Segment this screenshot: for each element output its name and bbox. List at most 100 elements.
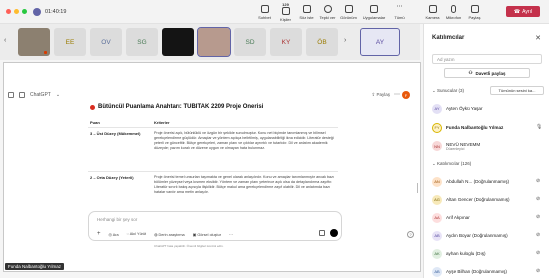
composer-input[interactable]: Herhangi bir şey sor [97, 217, 137, 222]
mic-off-icon: ⊘ [536, 268, 541, 274]
view-label: Görünüm [340, 15, 357, 20]
reason-tool-button[interactable]: ◌ Akıl Yürüt [127, 232, 147, 236]
search-tool-button[interactable]: ◎ Ara [109, 232, 119, 237]
tile-initials: KY [281, 38, 291, 46]
chevron-right-icon[interactable]: › [344, 37, 346, 44]
deep-research-button[interactable]: ◍ Derin araştırma [154, 232, 185, 237]
participant-row[interactable]: AA Arif Akpınar ⊘ [432, 211, 548, 224]
tile-initials: AY [375, 38, 385, 46]
chat-button[interactable]: Sohbet [254, 2, 275, 22]
camera-icon [428, 5, 437, 13]
participant-tile-pinned[interactable]: AY [360, 28, 400, 56]
apps-button[interactable]: Uygulamalar [359, 2, 389, 22]
camera-button[interactable]: Kamera [422, 2, 443, 20]
participant-row[interactable]: NN NEVÜ NEVEMM Düzenleyici [432, 138, 548, 154]
meeting-timer: 01:40:19 [45, 8, 67, 15]
tile-initials: EE [65, 38, 75, 46]
close-icon[interactable]: ✕ [535, 34, 541, 42]
microphone-button[interactable]: Mikrofon [443, 2, 464, 20]
presenters-section-header[interactable]: ⌄ Sunucular (3) [432, 88, 464, 94]
minimize-window-button[interactable] [14, 9, 19, 14]
mic-off-icon: ⊘ [536, 178, 541, 184]
participant-row[interactable]: AB Ayşe Bilhan (Doğrulanmamış) ⊘ [432, 265, 548, 278]
deep-research-label: Derin araştırma [158, 232, 185, 237]
tile-initials: OV [101, 38, 111, 46]
composer-tools: + ◎ Ara ◌ Akıl Yürüt ◍ Derin araştırma ▣… [97, 231, 233, 237]
participant-name: Arif Akpınar [446, 215, 470, 220]
view-button[interactable]: Görünüm [338, 2, 359, 22]
reason-tool-label: Akıl Yürüt [129, 232, 147, 236]
participant-row[interactable]: AB Aydın Boyar (Doğrulanmamış) ⊘ [432, 229, 548, 242]
more-button[interactable]: ⋯ Tümü [389, 2, 410, 22]
share-invite-button[interactable]: ⚇ Davetli paylaş [444, 68, 530, 78]
tile-initials: SG [137, 38, 147, 46]
chatgpt-share-label: Paylaş [376, 92, 390, 97]
participant-row[interactable]: AY Ayten Öykü Yaşar [432, 102, 548, 115]
share-screen-label: Paylaş [468, 15, 481, 20]
avatar: AB [432, 266, 442, 277]
apps-icon [370, 5, 378, 13]
row-criteria-text: Proje önerisi açık, bütünlüklü ve özgün … [154, 131, 334, 150]
participant-tile[interactable]: SD [234, 28, 266, 56]
participant-info: NEVÜ NEVEMM Düzenleyici [446, 142, 480, 151]
chat-composer[interactable]: Herhangi bir şey sor + ◎ Ara ◌ Akıl Yürü… [88, 211, 342, 241]
participant-row[interactable]: AG Altan Gencer (Doğrulanmamış) ⊘ [432, 193, 548, 206]
chevron-left-icon[interactable]: ‹ [4, 37, 6, 44]
participant-tile[interactable] [162, 28, 194, 56]
scrollbar[interactable] [416, 183, 418, 193]
sidebar-toggle-icon[interactable] [8, 92, 14, 98]
row-criteria-text: Proje önerisi temel unsurları taşımakta … [154, 175, 334, 194]
participant-name: ayhan kuloglu (Dış) [446, 251, 486, 256]
participant-row[interactable]: AN Abdullah N... (Doğrulanmamış) ⊘ [432, 175, 548, 188]
hand-icon [302, 5, 311, 13]
close-window-button[interactable] [6, 9, 11, 14]
participant-row[interactable]: AK ayhan kuloglu (Dış) ⊘ [432, 247, 548, 260]
raise-hand-button[interactable]: Söz iste [296, 2, 317, 22]
image-tool-label: Görsel oluştur [197, 232, 221, 237]
row-score-label: 3 – Üst Düzey (Mükemmel) [90, 131, 141, 136]
participant-tile[interactable]: KY [270, 28, 302, 56]
people-button[interactable]: 129 Kişiler [275, 2, 296, 22]
meeting-toolbar: 01:40:19 Sohbet 129 Kişiler Söz iste Tep… [0, 0, 549, 24]
leave-label: Ayrıl [522, 8, 533, 15]
participant-name: Ayşe Bilhan (Doğrulanmamış) [446, 269, 507, 274]
participant-tile-speaking[interactable] [197, 27, 231, 57]
leave-button[interactable]: ☎ Ayrıl [506, 6, 540, 17]
participant-row[interactable]: FY Funda Nalbantoğlu Yılmaz 🎙 [432, 121, 548, 134]
mute-all-button[interactable]: Tümünün sesini ka... [490, 86, 544, 95]
participant-name: Altan Gencer (Doğrulanmamış) [446, 197, 510, 202]
table-divider [88, 171, 338, 172]
emoji-icon [323, 5, 332, 13]
maximize-window-button[interactable] [22, 9, 27, 14]
participant-name: Aydın Boyar (Doğrulanmamış) [446, 233, 508, 238]
plus-icon[interactable]: + [97, 231, 101, 237]
participant-name: Abdullah N... (Doğrulanmamış) [446, 179, 510, 184]
more-label: Tümü [394, 15, 405, 20]
participant-tile[interactable]: EE [54, 28, 86, 56]
more-tools-icon[interactable]: ⋯ [229, 232, 233, 237]
user-avatar[interactable]: F [402, 91, 410, 99]
apps-label: Uygulamalar [362, 15, 386, 20]
more-options-icon[interactable]: ⋯ [394, 91, 400, 98]
attendees-section-header[interactable]: ⌄ Katılımcılar (126) [432, 161, 471, 167]
react-button[interactable]: Tepki ver [317, 2, 338, 22]
chatgpt-share-button[interactable]: ⇪ Paylaş [371, 92, 390, 98]
help-icon[interactable]: ? [407, 231, 414, 238]
voice-mode-button[interactable] [330, 229, 338, 237]
share-invite-label: Davetli paylaş [475, 70, 506, 76]
phone-icon: ☎ [513, 8, 521, 15]
share-screen-button[interactable]: Paylaş [464, 2, 485, 20]
tile-initials: ÖB [317, 38, 327, 46]
microphone-icon[interactable] [319, 230, 325, 236]
participant-tile[interactable]: ÖB [306, 28, 338, 56]
image-tool-button[interactable]: ▣ Görsel oluştur [193, 232, 221, 237]
model-selector[interactable]: ChatGPT [30, 92, 51, 98]
shield-icon [33, 7, 41, 16]
participant-tile[interactable]: OV [90, 28, 122, 56]
mic-off-icon: ⊘ [536, 214, 541, 220]
new-chat-icon[interactable] [19, 92, 25, 98]
participant-search-input[interactable]: Ad yazın [432, 54, 542, 64]
mic-off-icon: ⊘ [536, 196, 541, 202]
participant-tile[interactable]: SG [126, 28, 158, 56]
participant-tile[interactable] [18, 28, 50, 56]
